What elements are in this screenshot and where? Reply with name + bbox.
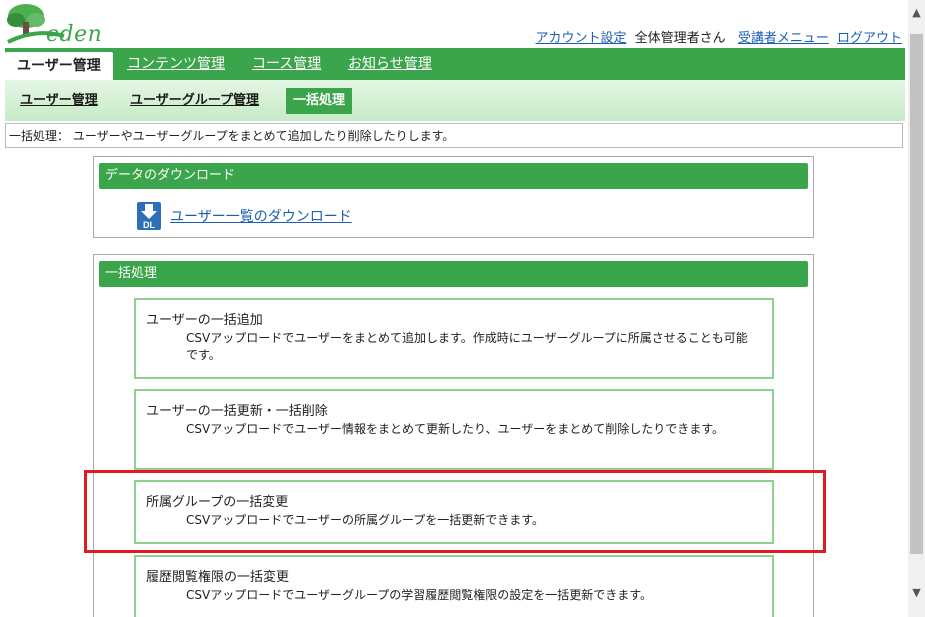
card-description: CSVアップロードでユーザー情報をまとめて更新したり、ユーザーをまとめて削除した…: [186, 422, 725, 436]
scrollbar-thumb[interactable]: [910, 34, 923, 554]
main-nav: ユーザー管理 コンテンツ管理 コース管理 お知らせ管理: [5, 48, 905, 80]
card-description: CSVアップロードでユーザーをまとめて追加します。作成時にユーザーグループに所属…: [186, 331, 748, 362]
card-title: ユーザーの一括更新・一括削除: [146, 404, 328, 419]
learner-menu-link[interactable]: 受講者メニュー: [738, 31, 829, 46]
account-settings-link[interactable]: アカウント設定: [536, 31, 627, 46]
card-bulk-change-group[interactable]: 所属グループの一括変更 CSVアップロードでユーザーの所属グループを一括更新でき…: [134, 480, 774, 544]
sub-nav: ユーザー管理 ユーザーグループ管理 一括処理: [5, 80, 905, 121]
card-bulk-update-delete-users[interactable]: ユーザーの一括更新・一括削除 CSVアップロードでユーザー情報をまとめて更新した…: [134, 389, 774, 470]
download-dl-icon[interactable]: DL: [136, 201, 162, 231]
logo-text: eden: [46, 22, 103, 47]
card-title: 所属グループの一括変更: [146, 495, 289, 510]
eden-logo[interactable]: eden: [6, 2, 103, 47]
logout-link[interactable]: ログアウト: [837, 31, 902, 46]
batch-section-title: 一括処理: [99, 261, 808, 287]
subtab-user-group-management[interactable]: ユーザーグループ管理: [130, 88, 259, 114]
vertical-scrollbar[interactable]: ▲ ▼: [908, 0, 925, 617]
top-links: アカウント設定 全体管理者さん 受講者メニュー ログアウト: [536, 27, 902, 46]
page-description: 一括処理： ユーザーやユーザーグループをまとめて追加したり削除したりします。: [5, 123, 903, 148]
tab-course-management[interactable]: コース管理: [252, 48, 321, 80]
card-bulk-add-users[interactable]: ユーザーの一括追加 CSVアップロードでユーザーをまとめて追加します。作成時にユ…: [134, 298, 774, 379]
card-description: CSVアップロードでユーザーグループの学習履歴閲覧権限の設定を一括更新できます。: [186, 588, 653, 602]
tab-content-management[interactable]: コンテンツ管理: [127, 48, 225, 80]
card-description: CSVアップロードでユーザーの所属グループを一括更新できます。: [186, 513, 545, 527]
card-title: 履歴閲覧権限の一括変更: [146, 570, 290, 585]
card-bulk-change-history-permission[interactable]: 履歴閲覧権限の一括変更 CSVアップロードでユーザーグループの学習履歴閲覧権限の…: [134, 555, 774, 617]
scroll-up-icon[interactable]: ▲: [908, 4, 925, 21]
subtab-user-management[interactable]: ユーザー管理: [20, 88, 98, 114]
batch-section: 一括処理 ユーザーの一括追加 CSVアップロードでユーザーをまとめて追加します。…: [93, 254, 814, 617]
scroll-down-icon[interactable]: ▼: [908, 584, 925, 601]
user-list-download-link[interactable]: ユーザー一覧のダウンロード: [170, 206, 352, 226]
tab-user-management[interactable]: ユーザー管理: [5, 52, 113, 80]
page: eden アカウント設定 全体管理者さん 受講者メニュー ログアウト ユーザー管…: [0, 0, 908, 617]
user-name: 全体管理者さん: [634, 31, 726, 46]
subtab-batch-processing[interactable]: 一括処理: [286, 88, 353, 114]
download-row: DL ユーザー一覧のダウンロード: [136, 201, 352, 231]
dl-icon-label: DL: [143, 220, 155, 230]
download-section: データのダウンロード DL ユーザー一覧のダウンロード: [93, 156, 814, 238]
card-title: ユーザーの一括追加: [146, 313, 263, 328]
download-section-title: データのダウンロード: [99, 163, 808, 189]
tab-notice-management[interactable]: お知らせ管理: [348, 48, 432, 80]
